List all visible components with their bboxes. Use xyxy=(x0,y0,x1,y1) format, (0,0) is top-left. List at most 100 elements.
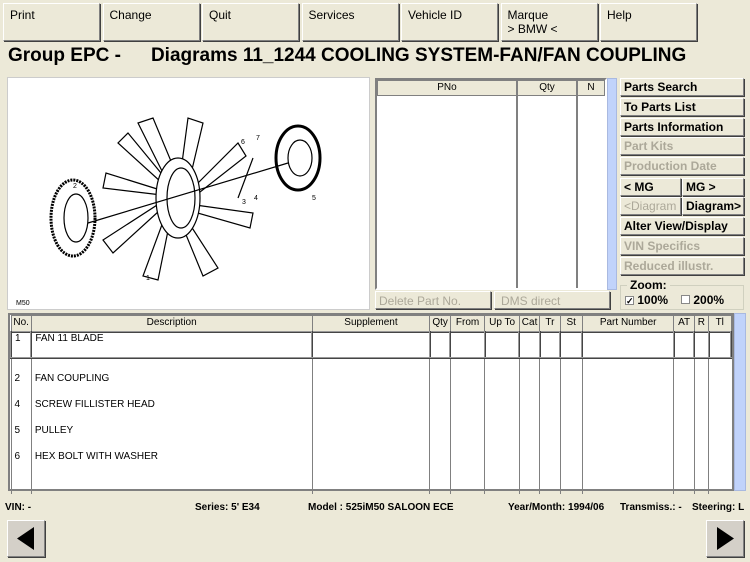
table-cell xyxy=(518,383,540,410)
menu-servicesbutton[interactable]: Services xyxy=(301,3,399,41)
table-cell: 2 xyxy=(10,357,32,384)
table-cell xyxy=(449,330,486,359)
callout-3[interactable]: 3 xyxy=(242,199,246,206)
table-cell xyxy=(708,435,731,462)
table-cell xyxy=(518,330,541,359)
table-row[interactable]: 6 HEX BOLT WITH WASHER xyxy=(10,435,731,462)
diagram-next-button[interactable]: Diagram> xyxy=(682,197,744,215)
table-cell xyxy=(311,409,430,436)
table-cell: 1 xyxy=(9,330,33,359)
col-header[interactable]: Supplement xyxy=(311,315,431,332)
col-header[interactable]: St xyxy=(559,315,583,332)
table-cell xyxy=(581,357,674,384)
table-cell xyxy=(539,409,561,436)
table-cell xyxy=(581,383,674,410)
table-row[interactable]: 1 FAN 11 BLADE xyxy=(9,330,732,359)
col-header[interactable]: From xyxy=(449,315,486,332)
table-cell xyxy=(559,435,583,462)
part-number-list[interactable]: PNo Qty N xyxy=(375,78,607,290)
zoom-100-option[interactable]: ✓ 100% xyxy=(625,293,668,307)
delete-part-button[interactable]: Delete Part No. xyxy=(375,291,491,309)
table-row[interactable]: 4 SCREW FILLISTER HEAD xyxy=(10,383,731,410)
col-header[interactable]: Up To xyxy=(484,315,520,332)
table-cell xyxy=(484,409,520,436)
zoom-group: Zoom: ✓ 100% 200% xyxy=(620,278,744,310)
parts-information-button[interactable]: Parts Information xyxy=(620,117,744,136)
menu-printbutton[interactable]: Print xyxy=(3,3,100,41)
col-header[interactable]: R xyxy=(693,315,710,332)
dms-direct-button[interactable]: DMS direct xyxy=(494,291,610,309)
next-button[interactable] xyxy=(706,520,744,557)
col-header[interactable]: Description xyxy=(30,315,313,332)
reduced-illustr-button[interactable]: Reduced illustr. xyxy=(620,256,744,275)
status-steering: Steering: L xyxy=(692,502,745,513)
col-header[interactable]: Qty xyxy=(429,315,451,332)
table-cell xyxy=(693,330,710,359)
status-year: Year/Month: 1994/06 xyxy=(508,502,605,513)
alter-view-display-button[interactable]: Alter View/Display xyxy=(620,217,744,235)
callout-6[interactable]: 6 xyxy=(241,139,245,146)
parts-table-scrollbar[interactable] xyxy=(734,313,746,491)
parts-list-scrollbar[interactable] xyxy=(607,78,617,290)
table-row[interactable]: 5 PULLEY xyxy=(10,409,731,436)
col-header[interactable]: Part Number xyxy=(581,315,675,332)
mg-next-button[interactable]: MG > xyxy=(682,178,744,196)
checkbox-unchecked-icon[interactable] xyxy=(681,295,690,304)
checkbox-checked-icon[interactable]: ✓ xyxy=(625,296,634,306)
previous-button[interactable] xyxy=(7,520,45,557)
diagram-title: Diagrams 11_1244 COOLING SYSTEM-FAN/FAN … xyxy=(150,45,687,66)
parts-table[interactable]: No. Description Supplement Qty From Up To Cat T… xyxy=(8,313,734,496)
menu-marquebutton[interactable]: Marque > BMW < xyxy=(500,3,598,41)
diagram-view[interactable]: 1 2 3 4 5 6 7 M50 xyxy=(7,77,370,310)
table-cell: SCREW FILLISTER HEAD xyxy=(30,383,312,410)
table-cell xyxy=(673,435,695,462)
production-date-button[interactable]: Production Date xyxy=(620,157,744,176)
col-header[interactable]: Tr xyxy=(539,315,561,332)
zoom-100-label: 100% xyxy=(637,293,669,307)
table-row[interactable]: 2 FAN COUPLING xyxy=(10,357,731,384)
zoom-200-option[interactable]: 200% xyxy=(681,293,724,307)
menu-vehicle-idbutton[interactable]: Vehicle ID xyxy=(401,3,498,41)
mg-prev-button[interactable]: < MG xyxy=(620,178,681,196)
qty-header[interactable]: Qty xyxy=(517,80,577,96)
callout-7[interactable]: 7 xyxy=(256,135,260,142)
table-cell xyxy=(672,330,696,359)
arrow-left-icon xyxy=(17,527,34,550)
callout-2[interactable]: 2 xyxy=(73,183,77,190)
callout-1[interactable]: 1 xyxy=(146,275,150,282)
col-header[interactable]: No. xyxy=(10,315,32,332)
arrow-right-icon xyxy=(717,527,734,550)
table-cell xyxy=(707,330,732,359)
col-header[interactable]: Cat xyxy=(518,315,541,332)
vin-specifics-button[interactable]: VIN Specifics xyxy=(620,236,744,255)
menu-quitbutton[interactable]: Quit xyxy=(202,3,299,41)
part-kits-button[interactable]: Part Kits xyxy=(620,137,744,156)
parts-search-button[interactable]: Parts Search xyxy=(620,78,744,96)
callout-4[interactable]: 4 xyxy=(254,195,258,202)
table-cell xyxy=(708,357,731,384)
diagram-prev-button[interactable]: <Diagram xyxy=(620,197,681,215)
table-cell xyxy=(559,330,584,359)
pno-header[interactable]: PNo xyxy=(377,80,517,96)
to-parts-list-button[interactable]: To Parts List xyxy=(620,97,744,116)
table-cell xyxy=(484,435,520,462)
zoom-label: Zoom: xyxy=(627,278,670,292)
table-cell xyxy=(539,357,561,384)
table-cell xyxy=(429,409,451,436)
status-series: Series: 5' E34 xyxy=(195,502,260,513)
table-cell xyxy=(581,330,675,359)
status-transmission: Transmiss.: - xyxy=(620,502,682,513)
table-header-row: No. Description Supplement Qty From Up To Cat T… xyxy=(10,315,732,332)
table-cell xyxy=(581,435,674,462)
table-cell: 4 xyxy=(10,383,32,410)
table-cell: PULLEY xyxy=(30,409,312,436)
col-header[interactable]: AT xyxy=(673,315,695,332)
menu-helpbutton[interactable]: Help xyxy=(600,3,697,41)
col-header[interactable]: Tl xyxy=(708,315,732,332)
n-header[interactable]: N xyxy=(577,80,605,96)
table-cell xyxy=(559,409,583,436)
table-cell xyxy=(311,357,430,384)
menu-changebutton[interactable]: Change xyxy=(102,3,200,41)
table-cell xyxy=(449,409,485,436)
callout-5[interactable]: 5 xyxy=(312,195,316,202)
